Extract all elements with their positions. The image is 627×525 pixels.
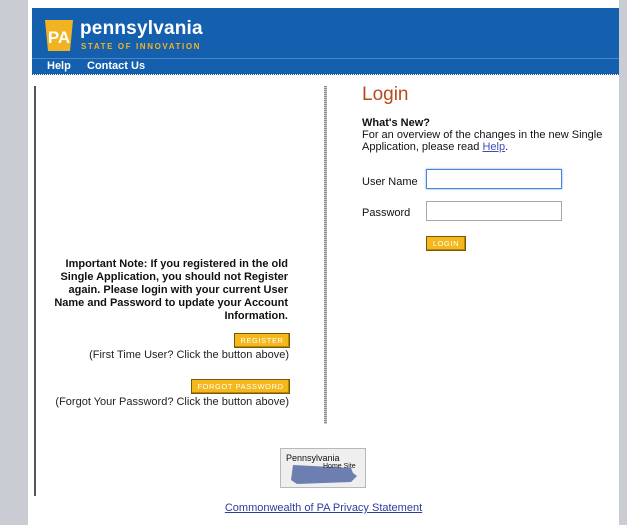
brand-name: pennsylvania — [80, 18, 203, 39]
logo-badge-text: PA — [48, 28, 70, 47]
register-button[interactable]: REGISTER — [234, 333, 290, 348]
nav-contact-link[interactable]: Contact Us — [87, 59, 145, 73]
top-nav: Help Contact Us — [32, 58, 619, 74]
column-divider — [324, 86, 327, 424]
username-label: User Name — [362, 176, 418, 188]
forgot-password-hint: (Forgot Your Password? Click the button … — [55, 396, 289, 408]
whats-new-end: . — [505, 141, 509, 153]
pa-home-site-link[interactable]: Pennsylvania Home Site — [280, 448, 366, 488]
help-link[interactable]: Help — [482, 141, 505, 153]
password-label: Password — [362, 207, 411, 219]
register-hint: (First Time User? Click the button above… — [89, 349, 289, 361]
password-input[interactable] — [426, 201, 562, 221]
login-title: Login — [362, 84, 409, 105]
pa-keystone-logo-icon[interactable]: PA — [42, 19, 76, 52]
privacy-statement-link[interactable]: Commonwealth of PA Privacy Statement — [28, 502, 619, 514]
nav-help-link[interactable]: Help — [47, 59, 71, 73]
brand-tagline: STATE OF INNOVATION — [81, 42, 202, 51]
pa-home-subtitle: Home Site — [323, 463, 356, 470]
left-border — [34, 86, 36, 496]
username-input[interactable] — [426, 169, 562, 189]
whats-new-text: For an overview of the changes in the ne… — [362, 129, 607, 153]
login-button[interactable]: LOGIN — [426, 236, 466, 251]
site-header: PA pennsylvania STATE OF INNOVATION — [32, 8, 619, 58]
whats-new-heading: What's New? — [362, 117, 431, 129]
pa-home-title: Pennsylvania — [286, 453, 340, 463]
important-note: Important Note: If you registered in the… — [54, 258, 288, 322]
forgot-password-button[interactable]: FORGOT PASSWORD — [191, 379, 290, 394]
nav-divider — [32, 74, 619, 76]
page-frame: PA pennsylvania STATE OF INNOVATION Help… — [28, 0, 619, 525]
